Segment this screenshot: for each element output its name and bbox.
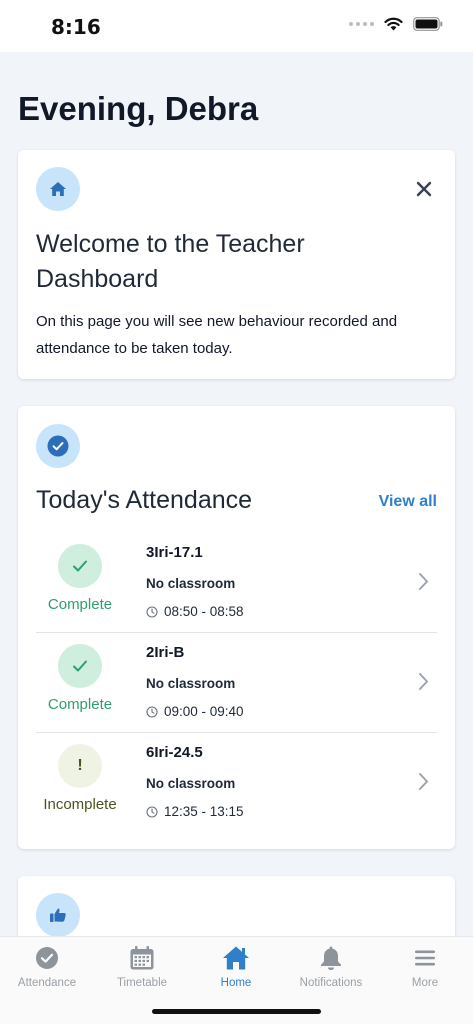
tab-timetable[interactable]: Timetable <box>95 943 189 989</box>
status-label: Complete <box>47 596 113 613</box>
tab-label: More <box>411 977 439 989</box>
attendance-card: Today's Attendance View all Complete 3Ir… <box>18 406 455 849</box>
tab-label: Attendance <box>17 977 77 989</box>
chevron-right-icon <box>419 673 428 690</box>
chevron-right-icon <box>419 773 428 790</box>
tab-more[interactable]: More <box>378 943 472 989</box>
class-name: 2Iri-B <box>146 644 185 661</box>
home-icon <box>223 946 249 970</box>
check-badge-icon <box>36 424 80 468</box>
time-range: 08:50 - 08:58 <box>146 604 244 619</box>
clock-icon <box>146 605 158 618</box>
clock-icon <box>146 805 158 818</box>
close-button[interactable] <box>411 176 437 202</box>
close-icon <box>416 181 432 197</box>
class-name: 6Iri-24.5 <box>146 744 203 761</box>
attendance-title: Today's Attendance <box>36 486 253 514</box>
tab-home[interactable]: Home <box>189 943 283 989</box>
tab-label: Home <box>220 977 252 989</box>
calendar-icon <box>130 946 154 970</box>
welcome-card: Welcome to the Teacher Dashboard On this… <box>18 150 455 379</box>
menu-icon <box>415 950 435 966</box>
attendance-row[interactable]: Complete 3Iri-17.1 No classroom 08:50 - … <box>36 534 437 633</box>
signal-icon <box>349 22 374 26</box>
home-indicator <box>152 1009 321 1014</box>
status-label: Complete <box>47 696 113 713</box>
attendance-row[interactable]: Complete 2Iri-B No classroom 09:00 - 09:… <box>36 634 437 733</box>
status-bar: 8:16 <box>0 0 473 52</box>
time-range: 12:35 - 13:15 <box>146 804 244 819</box>
tab-label: Notifications <box>299 977 363 989</box>
time-text: 08:50 - 08:58 <box>164 604 244 619</box>
welcome-title: Welcome to the Teacher Dashboard <box>36 230 305 293</box>
complete-check-icon <box>58 544 102 588</box>
incomplete-alert-icon: ! <box>58 744 102 788</box>
check-circle-icon <box>36 947 58 969</box>
home-icon <box>36 167 80 211</box>
bell-icon <box>321 946 341 970</box>
battery-icon <box>413 17 443 31</box>
attendance-row[interactable]: ! Incomplete 6Iri-24.5 No classroom 12:3… <box>36 734 437 833</box>
status-icons <box>349 17 443 31</box>
tab-attendance[interactable]: Attendance <box>0 943 94 989</box>
wifi-icon <box>384 17 403 31</box>
class-name: 3Iri-17.1 <box>146 544 203 561</box>
thumbs-up-icon <box>36 893 80 937</box>
clock-icon <box>146 705 158 718</box>
classroom: No classroom <box>146 576 236 591</box>
welcome-body: On this page you will see new behaviour … <box>36 313 398 357</box>
view-all-link[interactable]: View all <box>379 493 437 511</box>
status-time: 8:16 <box>51 15 101 39</box>
page-title: Evening, Debra <box>18 90 259 127</box>
classroom: No classroom <box>146 776 236 791</box>
classroom: No classroom <box>146 676 236 691</box>
complete-check-icon <box>58 644 102 688</box>
time-range: 09:00 - 09:40 <box>146 704 244 719</box>
tab-label: Timetable <box>116 977 168 989</box>
exclamation-mark: ! <box>77 757 83 774</box>
time-text: 12:35 - 13:15 <box>164 804 244 819</box>
time-text: 09:00 - 09:40 <box>164 704 244 719</box>
tab-notifications[interactable]: Notifications <box>284 943 378 989</box>
status-label: Incomplete <box>43 796 117 813</box>
chevron-right-icon <box>419 573 428 590</box>
